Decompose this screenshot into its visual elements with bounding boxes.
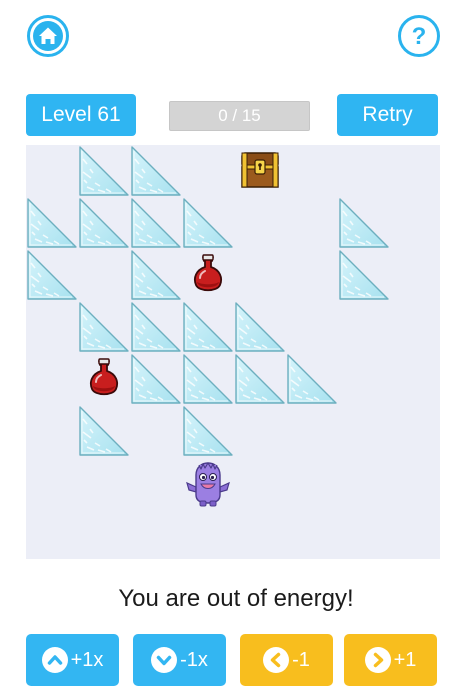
ice-block	[26, 249, 78, 301]
speed-up-button[interactable]: +1x	[26, 634, 119, 686]
svg-text:?: ?	[412, 23, 427, 50]
status-message: You are out of energy!	[118, 585, 354, 612]
game-screen: ? Level 61 0 / 15 Retry You are out of e…	[0, 0, 472, 700]
step-forward-button[interactable]: +1	[344, 634, 437, 686]
step-forward-label: +1	[393, 648, 417, 671]
ice-block	[130, 145, 182, 197]
treasure-chest-icon	[234, 145, 286, 197]
red-potion-icon	[78, 353, 130, 405]
ice-block	[26, 197, 78, 249]
ice-block	[182, 301, 234, 353]
chevron-right-icon	[364, 647, 391, 673]
help-icon[interactable]: ?	[397, 14, 441, 58]
purple-monster-player-icon	[182, 457, 234, 509]
ice-block	[130, 197, 182, 249]
chevron-left-icon	[263, 647, 290, 673]
ice-block	[286, 353, 338, 405]
ice-block	[338, 197, 390, 249]
ice-block	[182, 197, 234, 249]
game-board[interactable]	[26, 145, 440, 559]
progress-bar: 0 / 15	[169, 101, 310, 131]
ice-block	[78, 301, 130, 353]
chevron-up-icon	[41, 647, 68, 673]
chevron-down-icon	[151, 647, 178, 673]
step-back-label: -1	[292, 648, 310, 671]
ice-block	[78, 197, 130, 249]
red-potion-icon	[182, 249, 234, 301]
speed-down-button[interactable]: -1x	[133, 634, 226, 686]
ice-block	[78, 145, 130, 197]
level-button[interactable]: Level 61	[26, 94, 136, 136]
ice-block	[78, 405, 130, 457]
home-icon[interactable]	[26, 14, 70, 58]
ice-block	[182, 353, 234, 405]
ice-block	[234, 353, 286, 405]
ice-block	[338, 249, 390, 301]
speed-down-label: -1x	[180, 648, 208, 671]
ice-block	[234, 301, 286, 353]
speed-up-label: +1x	[70, 648, 104, 671]
ice-block	[182, 405, 234, 457]
ice-block	[130, 249, 182, 301]
retry-button[interactable]: Retry	[337, 94, 438, 136]
step-back-button[interactable]: -1	[240, 634, 333, 686]
ice-block	[130, 353, 182, 405]
ice-block	[130, 301, 182, 353]
